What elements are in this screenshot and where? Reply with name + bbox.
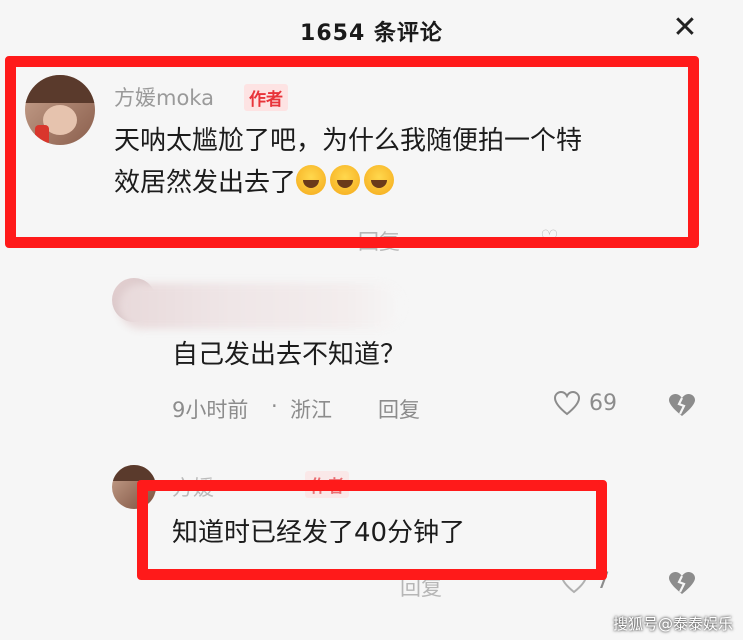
- like-button[interactable]: 69: [553, 390, 617, 416]
- reply-button[interactable]: 回复: [378, 394, 420, 424]
- close-icon[interactable]: ✕: [671, 13, 699, 43]
- broken-heart-icon[interactable]: [667, 392, 697, 418]
- highlight-box: [5, 56, 699, 248]
- meta-separator: ·: [271, 394, 278, 418]
- comments-header: 1654 条评论: [0, 0, 743, 62]
- broken-heart-icon[interactable]: [667, 570, 697, 596]
- heart-icon: [553, 390, 581, 416]
- like-count: 69: [589, 390, 617, 416]
- comment-time: 9小时前: [172, 398, 249, 422]
- comment-count-title: 1654 条评论: [300, 21, 443, 46]
- comment-location: 浙江: [290, 398, 332, 422]
- comment-text: 自己发出去不知道？: [172, 340, 407, 370]
- blurred-username: [118, 283, 403, 329]
- highlight-box: [137, 480, 607, 580]
- watermark: 搜狐号@泰泰娱乐: [612, 615, 733, 633]
